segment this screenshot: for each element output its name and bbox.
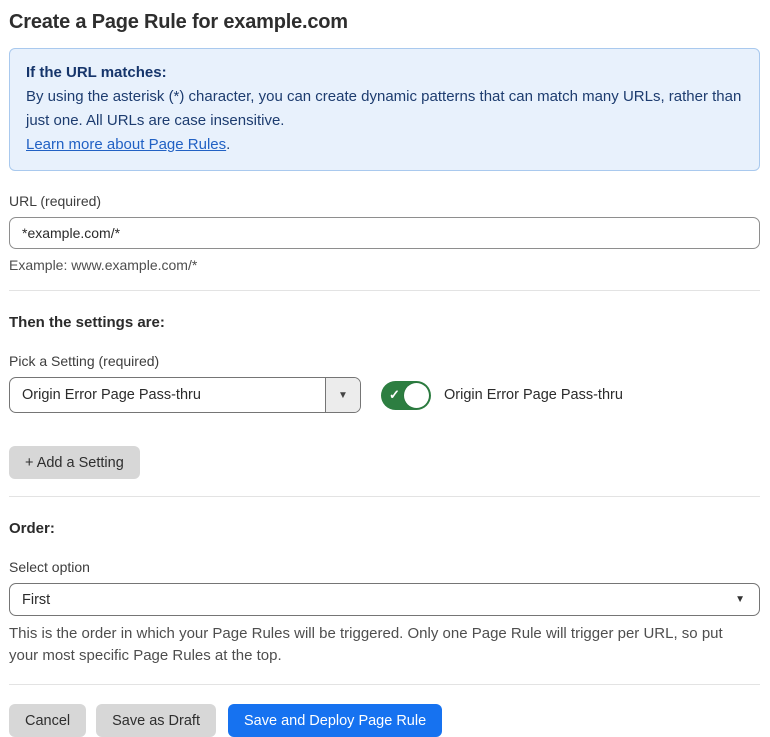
setting-toggle-label: Origin Error Page Pass-thru [444, 387, 623, 403]
save-draft-button[interactable]: Save as Draft [96, 704, 216, 737]
check-icon: ✓ [389, 387, 400, 402]
add-setting-button[interactable]: + Add a Setting [9, 446, 140, 479]
page-title: Create a Page Rule for example.com [9, 11, 348, 33]
setting-picker-dropdown[interactable]: Origin Error Page Pass-thru ▼ [9, 377, 361, 413]
setting-toggle[interactable]: ✓ [381, 380, 431, 410]
learn-more-link[interactable]: Learn more about Page Rules [26, 136, 226, 153]
settings-section-heading: Then the settings are: [9, 314, 165, 331]
url-match-info-box: If the URL matches: By using the asteris… [9, 48, 760, 171]
url-field-label: URL (required) [9, 193, 102, 209]
setting-picker-value: Origin Error Page Pass-thru [22, 387, 201, 403]
url-example-helper: Example: www.example.com/* [9, 257, 198, 273]
create-page-rule-form: Create a Page Rule for example.com If th… [0, 0, 770, 737]
cancel-button[interactable]: Cancel [9, 704, 87, 737]
toggle-knob[interactable] [404, 382, 429, 408]
order-select-value: First [22, 591, 51, 608]
order-select-label: Select option [9, 559, 90, 575]
link-suffix: . [226, 136, 231, 153]
info-box-link-line: Learn more about Page Rules. [26, 133, 743, 157]
divider [9, 496, 760, 497]
info-box-heading: If the URL matches: [26, 64, 167, 81]
caret-down-icon[interactable]: ▼ [325, 378, 360, 412]
save-deploy-button[interactable]: Save and Deploy Page Rule [227, 704, 443, 737]
divider [9, 290, 760, 291]
pick-setting-label: Pick a Setting (required) [9, 353, 160, 369]
url-input[interactable] [9, 217, 760, 249]
setting-row: Origin Error Page Pass-thru ▼ ✓ Origin E… [9, 377, 760, 413]
caret-down-icon: ▼ [735, 594, 745, 605]
info-box-body: By using the asterisk (*) character, you… [26, 88, 742, 129]
order-select-dropdown[interactable]: First ▼ [9, 583, 760, 616]
divider [9, 684, 760, 685]
order-helper-text: This is the order in which your Page Rul… [9, 625, 723, 664]
order-section-heading: Order: [9, 520, 55, 537]
form-action-buttons: Cancel Save as Draft Save and Deploy Pag… [9, 704, 760, 737]
